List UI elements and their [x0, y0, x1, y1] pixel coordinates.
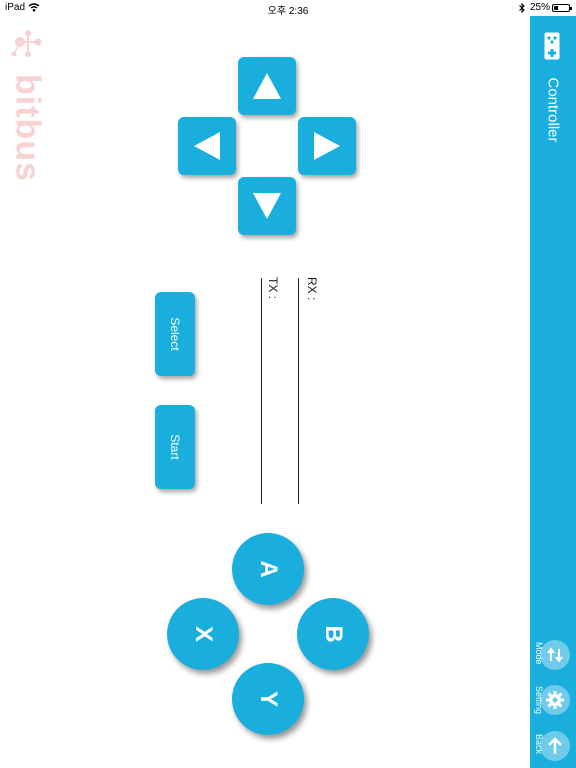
battery-percent: 25%	[529, 2, 550, 13]
select-label: Select	[168, 317, 182, 351]
clock: 오후 2:36	[267, 6, 309, 17]
start-label: Start	[168, 434, 182, 460]
tx-label: TX :	[266, 277, 280, 300]
bluetooth-icon	[519, 3, 525, 13]
left-arrow-icon	[194, 132, 220, 160]
gamepad-icon	[544, 32, 560, 60]
down-arrow-icon	[253, 193, 281, 219]
up-arrow-icon	[253, 73, 281, 99]
mode-label: Mode	[534, 642, 544, 665]
up-arrow-icon	[548, 737, 562, 754]
status-bar: iPad 오후 2:36 25%	[0, 0, 576, 17]
dpad-down-button[interactable]	[238, 177, 296, 235]
x-button[interactable]: X	[167, 598, 239, 670]
swap-icon	[547, 647, 563, 663]
a-button[interactable]: A	[232, 533, 304, 605]
dpad-right-button[interactable]	[298, 117, 356, 175]
y-button[interactable]: Y	[232, 663, 304, 735]
b-label: B	[320, 625, 347, 643]
right-arrow-icon	[314, 132, 340, 160]
mode-button[interactable]	[540, 640, 570, 670]
battery-icon	[552, 4, 572, 12]
setting-button[interactable]	[540, 685, 570, 715]
logo-text: bitbus	[8, 74, 47, 182]
x-label: X	[190, 625, 217, 643]
dpad-up-button[interactable]	[238, 57, 296, 115]
back-label: Back	[534, 734, 544, 755]
gear-icon	[546, 691, 564, 709]
tx-divider	[261, 278, 262, 504]
a-label: A	[255, 560, 282, 578]
rx-divider	[298, 278, 299, 504]
start-button[interactable]: Start	[155, 405, 195, 489]
dpad-left-button[interactable]	[178, 117, 236, 175]
sidebar-title: Controller	[544, 77, 562, 143]
setting-label: Setting	[534, 686, 544, 715]
select-button[interactable]: Select	[155, 292, 195, 376]
b-button[interactable]: B	[297, 598, 369, 670]
rx-label: RX :	[305, 277, 319, 301]
y-label: Y	[255, 690, 282, 708]
back-button[interactable]	[540, 731, 570, 761]
